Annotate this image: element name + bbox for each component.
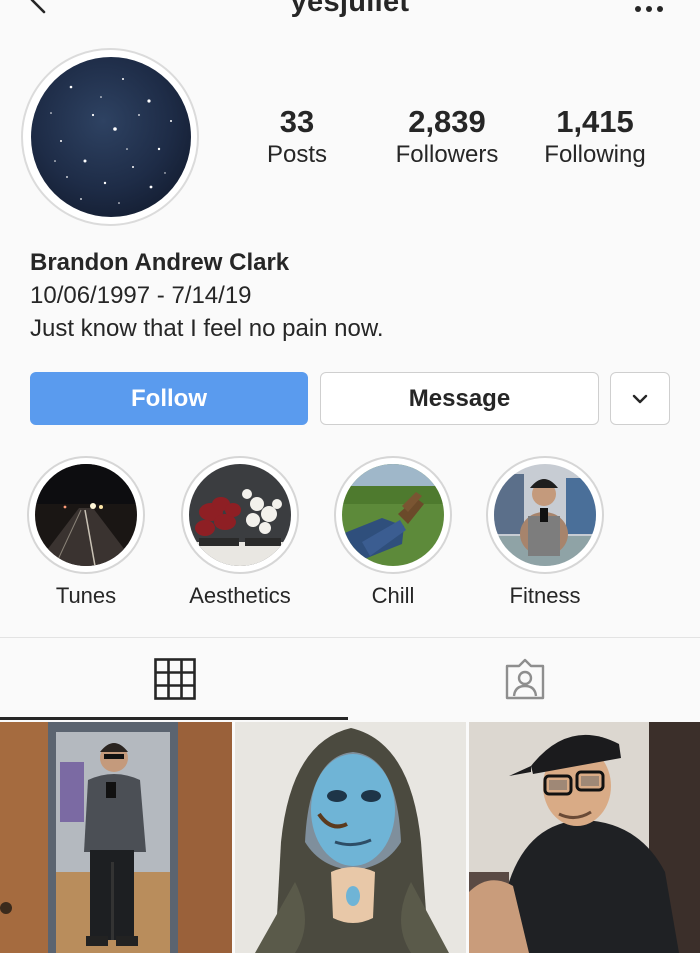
active-tab-indicator	[0, 717, 348, 720]
posts-count: 33	[279, 104, 315, 139]
highlight-tunes[interactable]: Tunes	[26, 456, 146, 610]
tab-tagged[interactable]	[350, 638, 700, 720]
tagged-person-icon	[505, 658, 545, 700]
avatar[interactable]	[31, 57, 191, 217]
post-thumbnail[interactable]	[235, 722, 466, 953]
highlight-aesthetics[interactable]: Aesthetics	[180, 456, 300, 610]
posts-stat[interactable]: 33 Posts	[246, 104, 348, 170]
highlight-cover-chill	[342, 464, 444, 566]
following-label: Following	[544, 141, 646, 168]
posts-label: Posts	[266, 141, 328, 168]
chevron-down-icon	[632, 394, 648, 403]
highlight-ring	[486, 456, 604, 574]
highlight-fitness[interactable]: Fitness	[485, 456, 605, 610]
bio-text: Just know that I feel no pain now.	[30, 315, 384, 342]
followers-stat[interactable]: 2,839 Followers	[378, 104, 516, 170]
highlight-label: Aesthetics	[189, 583, 291, 608]
post-thumbnail[interactable]	[0, 722, 232, 953]
highlight-ring	[27, 456, 145, 574]
bio-dates: 10/06/1997 - 7/14/19	[30, 282, 252, 309]
highlight-label: Chill	[371, 583, 415, 608]
highlight-ring	[181, 456, 299, 574]
more-dots-icon[interactable]	[634, 4, 664, 14]
highlight-ring	[334, 456, 452, 574]
message-button[interactable]: Message	[320, 372, 599, 425]
highlight-cover-tunes	[35, 464, 137, 566]
tab-posts-grid[interactable]	[0, 638, 350, 720]
profile-bio: Brandon Andrew Clark 10/06/1997 - 7/14/1…	[30, 246, 384, 345]
followers-count: 2,839	[408, 104, 486, 139]
followers-label: Followers	[395, 141, 499, 168]
grid-icon	[154, 658, 196, 700]
full-name: Brandon Andrew Clark	[30, 249, 290, 276]
highlight-label: Fitness	[509, 583, 581, 608]
following-count: 1,415	[556, 104, 634, 139]
top-bar: yesjuliet	[0, 0, 700, 30]
suggested-accounts-button[interactable]	[610, 372, 670, 425]
highlight-cover-fitness	[494, 464, 596, 566]
post-thumbnail[interactable]	[469, 722, 700, 953]
highlight-cover-aesthetics	[189, 464, 291, 566]
highlight-chill[interactable]: Chill	[333, 456, 453, 610]
highlight-label: Tunes	[55, 583, 117, 608]
following-stat[interactable]: 1,415 Following	[530, 104, 660, 170]
profile-username: yesjuliet	[290, 0, 410, 18]
follow-button[interactable]: Follow	[30, 372, 308, 425]
